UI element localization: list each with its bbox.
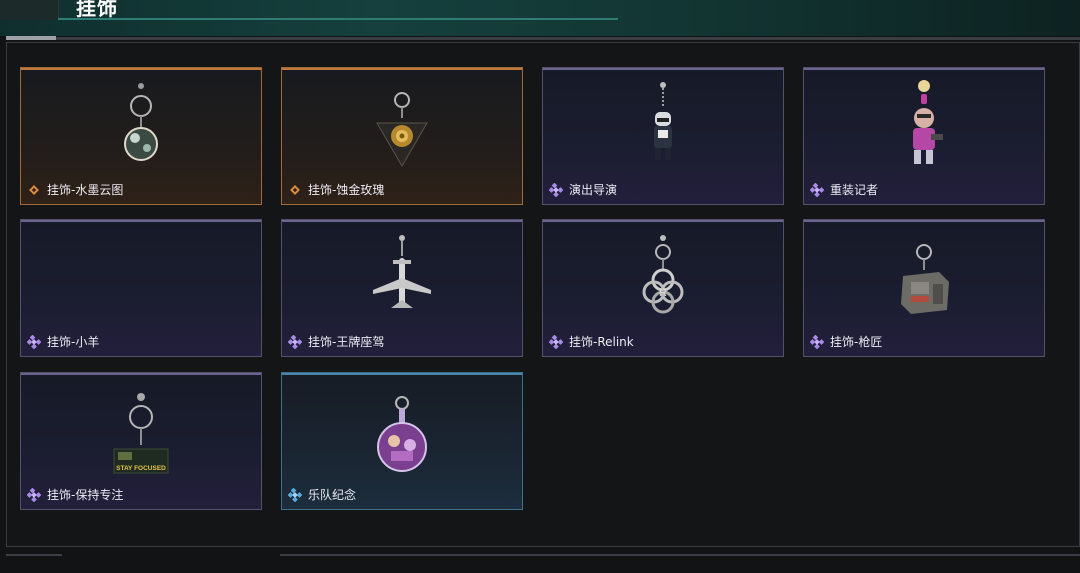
charm-label: 乐队纪念	[308, 488, 357, 502]
charm-card-ink-cloud[interactable]: 挂饰-水墨云图	[20, 67, 262, 205]
gold-rarity-icon	[29, 184, 39, 195]
charm-label: 挂饰-蚀金玫瑰	[308, 183, 385, 197]
charm-card-gunsmith[interactable]: 挂饰-枪匠	[803, 219, 1045, 357]
blue-rarity-icon	[288, 487, 302, 502]
stay-focused-charm-icon: STAY FOCUSED	[113, 393, 169, 474]
airplane-charm-icon	[373, 235, 431, 308]
page-header: 挂饰	[0, 0, 1080, 36]
page-title: 挂饰	[76, 0, 118, 20]
band-badge-charm-icon	[377, 396, 427, 472]
purple-rarity-icon	[810, 334, 824, 349]
horizontal-scroll-track[interactable]	[6, 37, 1080, 40]
director-figure-charm-icon	[654, 82, 672, 160]
bottom-divider-left	[6, 554, 62, 556]
purple-rarity-icon	[27, 487, 41, 502]
purple-rarity-icon	[549, 334, 563, 349]
relink-logo-charm-icon: R	[642, 235, 684, 314]
charm-label: 挂饰-水墨云图	[47, 183, 124, 197]
stay-focused-text: STAY FOCUSED	[116, 465, 166, 472]
charm-label: 挂饰-王牌座驾	[308, 335, 385, 349]
svg-text:R: R	[659, 287, 667, 299]
header-accent-bar	[58, 18, 618, 20]
purple-rarity-icon	[288, 334, 302, 349]
charm-label: 挂饰-Relink	[569, 335, 634, 349]
reporter-figure-charm-icon	[913, 80, 943, 164]
purple-rarity-icon	[549, 182, 563, 197]
charm-card-lamb[interactable]: 挂饰-小羊	[20, 219, 262, 357]
purple-rarity-icon	[27, 334, 41, 349]
charm-label: 挂饰-枪匠	[830, 335, 883, 349]
gold-rarity-icon	[290, 184, 300, 195]
charm-card-stay-focused[interactable]: STAY FOCUSED 挂饰-保持专注	[20, 372, 262, 510]
charm-label: 重装记者	[830, 183, 879, 197]
gunsmith-box-charm-icon	[901, 244, 949, 314]
charm-card-director[interactable]: 演出导演	[542, 67, 784, 205]
charm-card-ace-plane[interactable]: 挂饰-王牌座驾	[281, 219, 523, 357]
purple-rarity-icon	[810, 182, 824, 197]
gold-rose-charm-icon	[376, 92, 428, 167]
charm-card-relink[interactable]: R 挂饰-Relink	[542, 219, 784, 357]
charm-label: 挂饰-小羊	[47, 335, 100, 349]
ink-cloud-orb-charm-icon	[124, 83, 158, 161]
back-button[interactable]	[0, 0, 59, 20]
charm-card-gold-rose[interactable]: 挂饰-蚀金玫瑰	[281, 67, 523, 205]
bottom-divider-right	[280, 554, 1080, 556]
charm-card-band-memorial[interactable]: 乐队纪念	[281, 372, 523, 510]
charm-label: 演出导演	[569, 183, 618, 197]
charm-label: 挂饰-保持专注	[47, 488, 124, 502]
charm-card-reporter[interactable]: 重装记者	[803, 67, 1045, 205]
horizontal-scroll-thumb[interactable]	[6, 36, 56, 40]
